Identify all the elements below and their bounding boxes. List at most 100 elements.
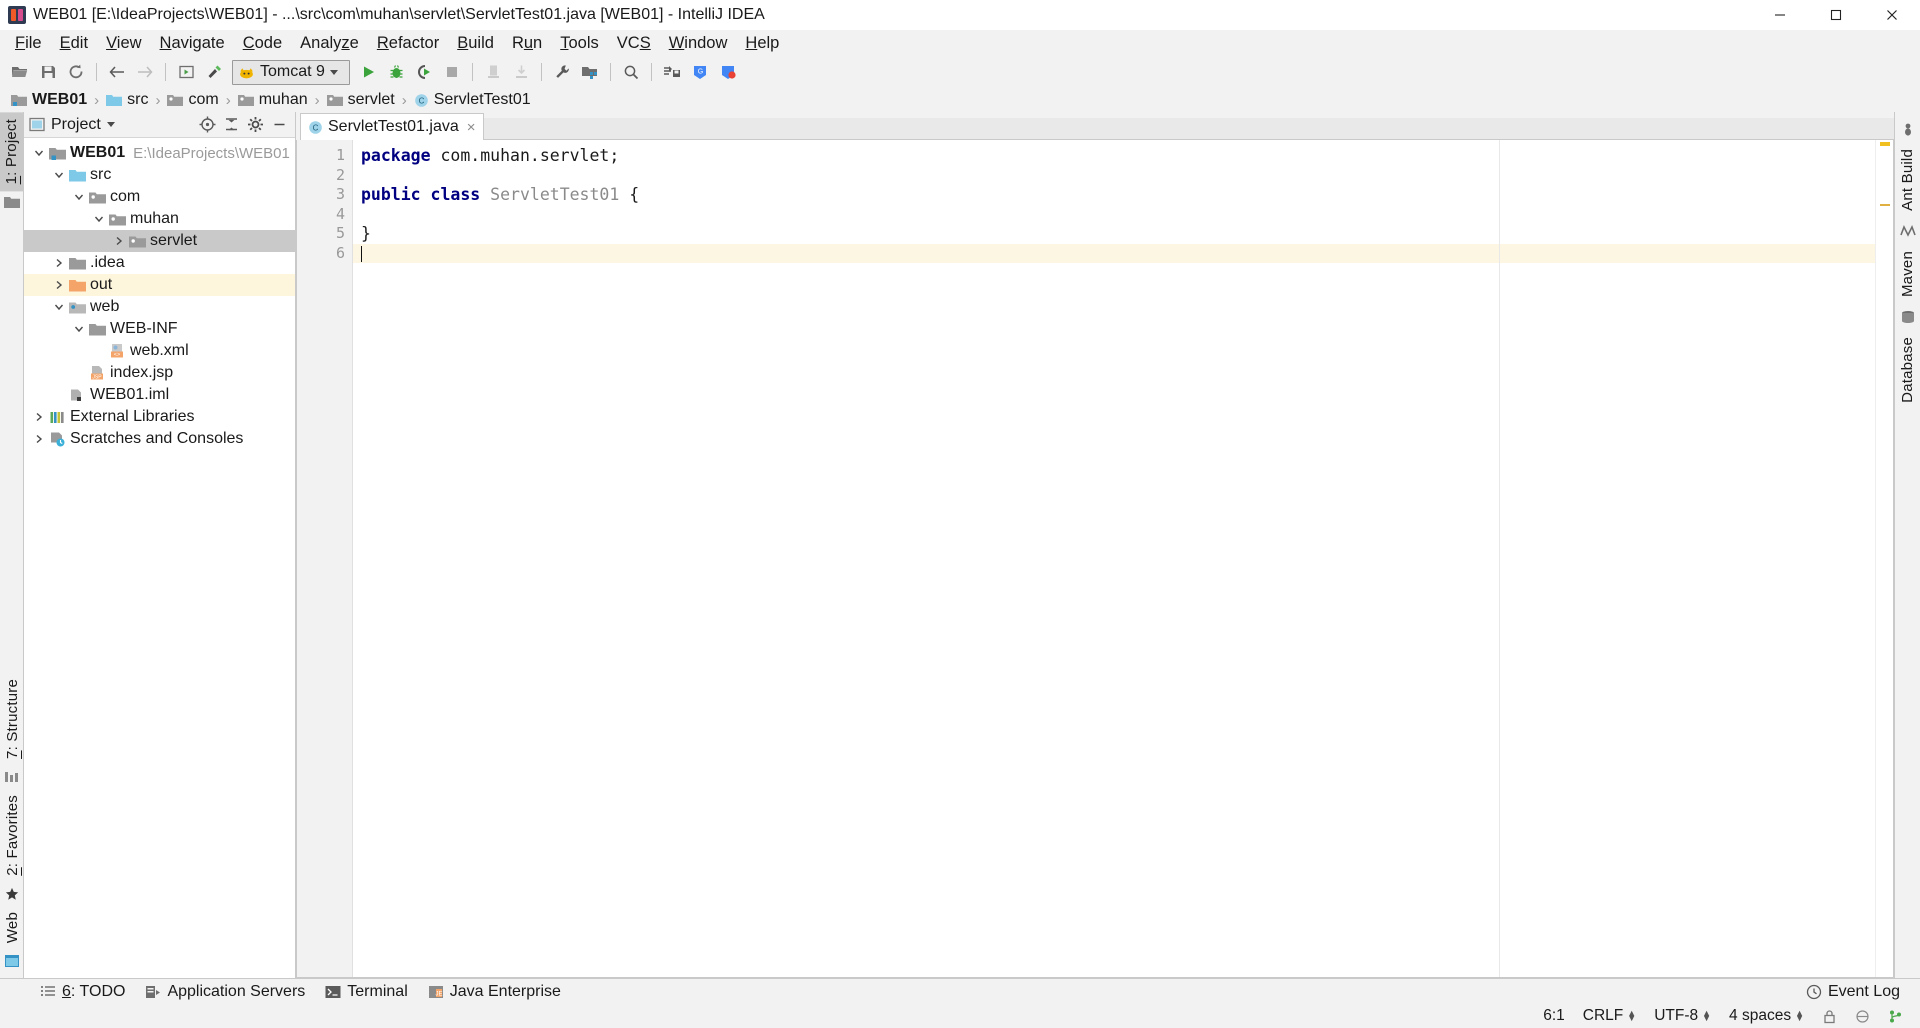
run-icon[interactable] [354, 59, 382, 85]
editor-area[interactable]: 1 2 3 4 5 6 package com.muhan.servlet; p… [296, 140, 1894, 978]
status-indent[interactable]: 4 spaces ▲ ▼ [1720, 1005, 1813, 1027]
sidebar-item-maven[interactable]: Maven [1896, 244, 1919, 304]
chevron-right-icon[interactable] [110, 236, 128, 246]
chevron-down-icon[interactable] [50, 170, 68, 180]
back-arrow-icon[interactable] [103, 59, 131, 85]
bottom-tool-java-enterprise[interactable]: JE Java Enterprise [418, 981, 571, 1003]
breadcrumb-item-muhan[interactable]: muhan [235, 90, 311, 110]
breadcrumb-item-servlettest01[interactable]: C ServletTest01 [411, 90, 534, 110]
status-caret-position[interactable]: 6:1 [1534, 1005, 1574, 1027]
save-all-icon[interactable] [34, 59, 62, 85]
google-app-engine-icon[interactable]: G [686, 59, 714, 85]
code-content[interactable]: package com.muhan.servlet; public class … [353, 140, 1875, 977]
sidebar-item-database[interactable]: Database [1896, 330, 1919, 410]
status-git[interactable] [1879, 1007, 1912, 1026]
run-coverage-icon[interactable] [410, 59, 438, 85]
search-everywhere-icon[interactable] [617, 59, 645, 85]
chevron-down-icon[interactable] [70, 324, 88, 334]
menu-refactor[interactable]: Refactor [368, 31, 448, 55]
menu-run[interactable]: Run [503, 31, 551, 55]
editor-tab-servlettest01[interactable]: C ServletTest01.java × [300, 113, 484, 140]
breadcrumb-item-com[interactable]: com [164, 90, 221, 110]
status-encoding[interactable]: UTF-8 ▲ ▼ [1645, 1005, 1720, 1027]
forward-arrow-icon[interactable] [131, 59, 159, 85]
chevron-updown-icon[interactable]: ▲ ▼ [1795, 1009, 1804, 1023]
menu-analyze[interactable]: Analyze [291, 31, 368, 55]
sidebar-item-web[interactable]: Web [1, 905, 24, 950]
update-app-icon[interactable] [479, 59, 507, 85]
open-folder-icon[interactable] [6, 59, 34, 85]
menu-tools[interactable]: Tools [551, 31, 608, 55]
tree-item-servlet[interactable]: servlet [24, 230, 295, 252]
stripe-warning-mark[interactable] [1880, 142, 1890, 146]
run-configuration-selector[interactable]: Tomcat 9 [232, 59, 350, 85]
web-icon[interactable] [4, 954, 20, 968]
breadcrumb-item-web01[interactable]: WEB01 [8, 90, 90, 110]
menu-help[interactable]: Help [736, 31, 788, 55]
tree-item-src[interactable]: src [24, 164, 295, 186]
menu-edit[interactable]: Edit [51, 31, 97, 55]
sync-refresh-icon[interactable] [62, 59, 90, 85]
minimize-button[interactable] [1752, 0, 1808, 30]
maximize-button[interactable] [1808, 0, 1864, 30]
database-icon[interactable] [1900, 310, 1916, 324]
breadcrumb-item-src[interactable]: src [103, 90, 151, 110]
debug-icon[interactable] [382, 59, 410, 85]
chevron-down-icon[interactable] [30, 148, 48, 158]
breadcrumb-item-servlet[interactable]: servlet [324, 90, 398, 110]
menu-file[interactable]: File [6, 31, 51, 55]
favorites-star-icon[interactable] [4, 887, 20, 901]
status-gap[interactable] [1846, 1007, 1879, 1026]
menu-view[interactable]: View [97, 31, 150, 55]
scroll-from-source-icon[interactable] [196, 114, 218, 136]
collapse-all-icon[interactable] [220, 114, 242, 136]
ant-icon[interactable] [1900, 122, 1916, 136]
sidebar-item-project[interactable]: 1: Project [0, 112, 23, 192]
bottom-tool-terminal[interactable]: Terminal [315, 981, 417, 1003]
tree-item-web-xml[interactable]: <> web.xml [24, 340, 295, 362]
chevron-down-icon[interactable] [90, 214, 108, 224]
menu-code[interactable]: Code [234, 31, 291, 55]
tree-item-web[interactable]: web [24, 296, 295, 318]
close-button[interactable] [1864, 0, 1920, 30]
chevron-right-icon[interactable] [50, 280, 68, 290]
menu-build[interactable]: Build [448, 31, 503, 55]
tree-item-index-jsp[interactable]: JSP index.jsp [24, 362, 295, 384]
deploy-icon[interactable] [507, 59, 535, 85]
stop-icon[interactable] [438, 59, 466, 85]
maven-icon[interactable] [1899, 224, 1916, 238]
project-folder-icon[interactable] [3, 195, 20, 209]
chevron-down-icon[interactable] [50, 302, 68, 312]
tree-item-idea[interactable]: .idea [24, 252, 295, 274]
chevron-updown-icon[interactable]: ▲ ▼ [1627, 1009, 1636, 1023]
close-icon[interactable]: × [467, 119, 476, 136]
chevron-right-icon[interactable] [30, 412, 48, 422]
tree-item-com[interactable]: com [24, 186, 295, 208]
chevron-down-icon[interactable] [106, 122, 115, 127]
hide-panel-icon[interactable] [268, 114, 290, 136]
google-deploy-icon[interactable] [714, 59, 742, 85]
tree-item-out[interactable]: out [24, 274, 295, 296]
sidebar-item-ant-build[interactable]: Ant Build [1896, 142, 1919, 218]
settings-wrench-icon[interactable] [548, 59, 576, 85]
settings-gear-icon[interactable] [244, 114, 266, 136]
compile-icon[interactable] [172, 59, 200, 85]
tree-item-muhan[interactable]: muhan [24, 208, 295, 230]
tree-item-scratches-and-consoles[interactable]: Scratches and Consoles [24, 428, 295, 450]
tree-item-web-inf[interactable]: WEB-INF [24, 318, 295, 340]
chevron-right-icon[interactable] [50, 258, 68, 268]
sidebar-item-structure[interactable]: 7: Structure [1, 672, 24, 766]
menu-navigate[interactable]: Navigate [151, 31, 234, 55]
chevron-updown-icon[interactable]: ▲ ▼ [1702, 1009, 1711, 1023]
chevron-right-icon[interactable] [30, 434, 48, 444]
bottom-tool-application-servers[interactable]: Application Servers [135, 981, 315, 1003]
build-hammer-icon[interactable] [200, 59, 228, 85]
stripe-caret-mark[interactable] [1880, 204, 1890, 206]
project-structure-icon[interactable] [576, 59, 604, 85]
status-line-separator[interactable]: CRLF ▲ ▼ [1574, 1005, 1645, 1027]
menu-window[interactable]: Window [660, 31, 737, 55]
menu-vcs[interactable]: VCS [608, 31, 660, 55]
database-save-icon[interactable] [658, 59, 686, 85]
structure-icon[interactable] [4, 770, 20, 784]
tree-item-web01[interactable]: WEB01 E:\IdeaProjects\WEB01 [24, 142, 295, 164]
